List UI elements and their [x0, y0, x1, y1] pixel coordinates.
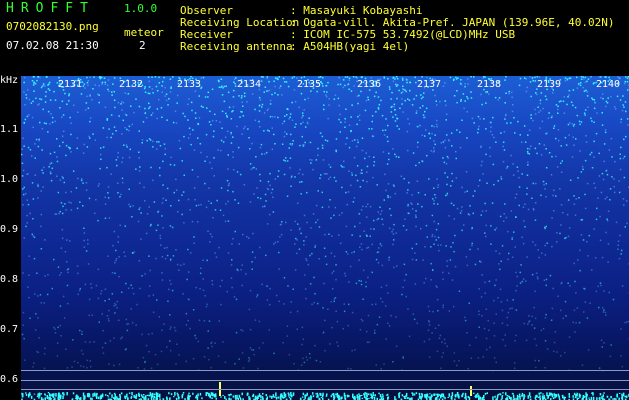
field-label-antenna: Receiving antenna [180, 40, 293, 53]
file-name: 0702082130.png [6, 20, 99, 33]
time-label: 2138 [477, 79, 502, 90]
time-label: 2134 [237, 79, 262, 90]
y-axis-unit: kHz [0, 75, 19, 86]
app-logo: HROFFT [6, 1, 95, 16]
header-panel: HROFFT 1.0.0 0702082130.png meteor 07.02… [0, 0, 629, 75]
time-label: 2131 [58, 79, 83, 90]
reference-line [21, 380, 629, 381]
spectrogram-noise [21, 76, 629, 400]
time-label: 2137 [417, 79, 442, 90]
y-tick-label: 0.6 [0, 374, 19, 385]
meteor-label: meteor [124, 26, 164, 39]
y-tick-label: 0.9 [0, 224, 19, 235]
reference-line [21, 389, 629, 390]
date-time: 07.02.08 21:30 [6, 39, 99, 52]
y-axis: kHz 1.1 1.0 0.9 0.8 0.7 0.6 [0, 76, 21, 400]
time-label: 2140 [596, 79, 621, 90]
time-label: 2132 [119, 79, 144, 90]
time-label: 2135 [297, 79, 322, 90]
y-tick-label: 0.8 [0, 274, 19, 285]
field-value-antenna: : A504HB(yagi 4el) [290, 40, 410, 53]
time-label: 2136 [357, 79, 382, 90]
y-tick-label: 1.1 [0, 124, 19, 135]
app-version: 1.0.0 [124, 2, 158, 15]
spectrogram-plot [21, 76, 629, 400]
y-tick-label: 1.0 [0, 174, 19, 185]
time-label: 2139 [537, 79, 562, 90]
y-tick-label: 0.7 [0, 324, 19, 335]
time-label: 2133 [177, 79, 202, 90]
meteor-count: 2 [139, 39, 146, 52]
reference-line [21, 370, 629, 371]
